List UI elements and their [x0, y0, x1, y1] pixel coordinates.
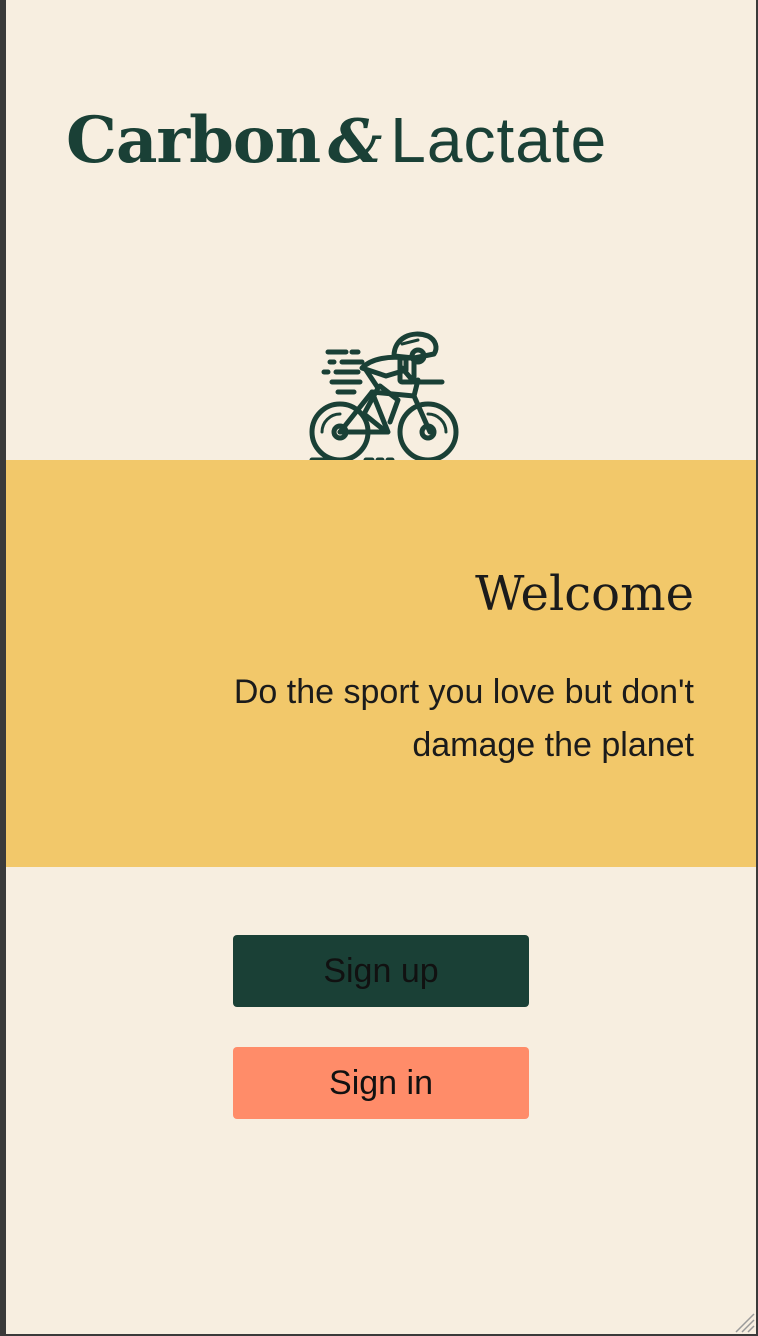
brand-name-light: Lactate: [390, 104, 608, 176]
sign-up-button[interactable]: Sign up: [233, 935, 529, 1007]
brand-name-bold: Carbon: [66, 103, 321, 178]
welcome-title: Welcome: [475, 566, 694, 622]
welcome-banner: Welcome Do the sport you love but don't …: [6, 460, 756, 867]
cyclist-icon: [309, 331, 459, 463]
sign-in-button[interactable]: Sign in: [233, 1047, 529, 1119]
app-screen: Carbon & Lactate Welcome Do the sport yo…: [0, 0, 758, 1336]
brand-logo: Carbon & Lactate: [66, 108, 607, 173]
resize-grip-icon[interactable]: [732, 1310, 756, 1334]
brand-ampersand: &: [328, 107, 383, 177]
tagline-text: Do the sport you love but don't damage t…: [233, 673, 694, 764]
